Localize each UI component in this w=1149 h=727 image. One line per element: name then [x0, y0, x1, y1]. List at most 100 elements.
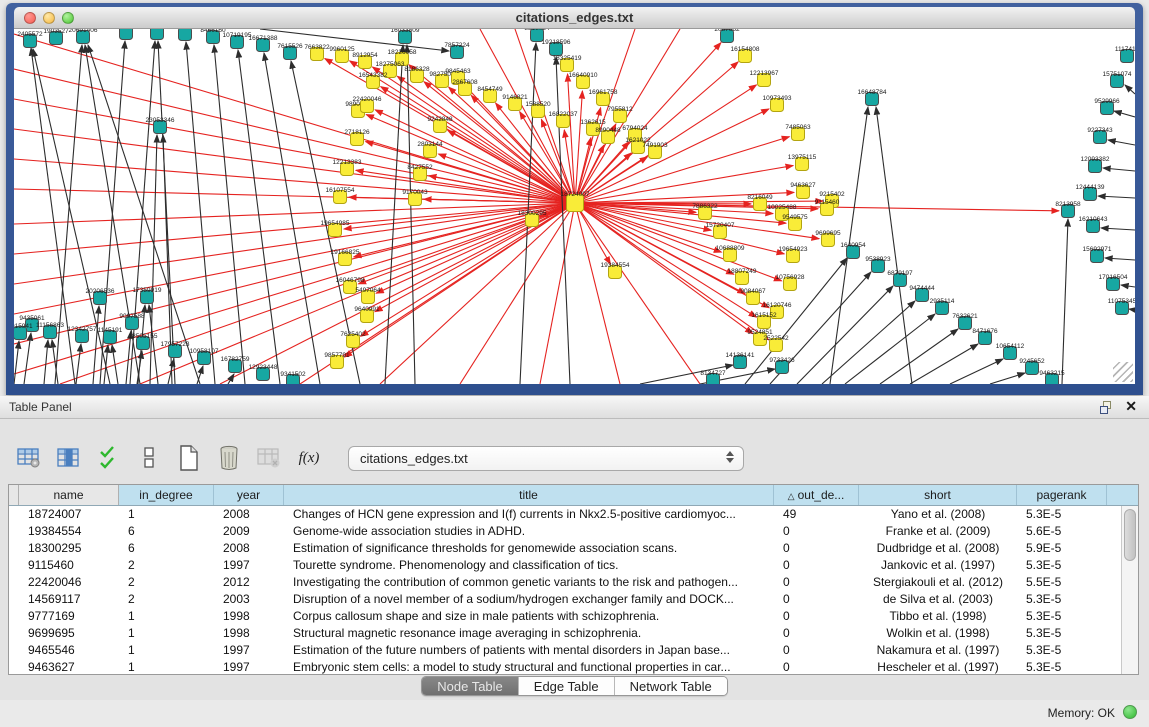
graph-node[interactable]: 5497064 — [355, 287, 381, 304]
column-header-name[interactable]: name — [19, 485, 119, 505]
graph-node[interactable]: 16154808 — [731, 46, 760, 63]
graph-node[interactable]: 7485063 — [785, 124, 811, 141]
graph-node[interactable]: 15751074 — [1103, 71, 1132, 88]
graph-node[interactable]: 1640954 — [840, 242, 866, 259]
graph-node[interactable]: 9463627 — [790, 182, 816, 199]
graph-node[interactable]: 9170043 — [402, 189, 428, 206]
graph-node[interactable]: 7615526 — [277, 43, 303, 60]
select-all-columns-button[interactable] — [94, 443, 124, 473]
graph-node[interactable]: 9733426 — [769, 357, 795, 374]
table-row[interactable]: 1830029562008Estimation of significance … — [9, 540, 1121, 557]
column-header-in_degree[interactable]: in_degree — [119, 485, 214, 505]
graph-node[interactable]: 16210643 — [1079, 216, 1108, 233]
unselect-all-columns-button[interactable] — [134, 443, 164, 473]
graph-node[interactable]: 2522542 — [763, 335, 789, 352]
column-header-pagerank[interactable]: pagerank — [1017, 485, 1107, 505]
graph-node[interactable]: 7663822 — [304, 44, 330, 61]
column-header-out_de[interactable]: △out_de... — [774, 485, 859, 505]
graph-node[interactable]: 19218596 — [542, 39, 571, 56]
graph-node[interactable]: 19654923 — [779, 246, 808, 263]
graph-node[interactable]: 7886322 — [692, 203, 718, 220]
graph-node[interactable]: 10719195 — [223, 32, 252, 49]
graph-node[interactable]: 16033809 — [391, 29, 420, 44]
scrollbar-thumb[interactable] — [1124, 509, 1136, 561]
graph-node[interactable]: 8990448 — [595, 127, 621, 144]
graph-node[interactable]: 8213958 — [1055, 201, 1081, 218]
graph-node[interactable]: 2867608 — [452, 79, 478, 96]
graph-node[interactable]: 16671388 — [249, 35, 278, 52]
graph-node[interactable]: 1117415 — [1115, 46, 1135, 63]
graph-node[interactable]: 12342757 — [68, 326, 97, 343]
graph-node[interactable]: 23053346 — [146, 117, 175, 134]
graph-node[interactable]: 9806745 — [113, 29, 139, 40]
graph-node[interactable]: 10653287 — [143, 29, 172, 40]
graph-node[interactable]: 12213967 — [750, 70, 779, 87]
resize-grip[interactable] — [1113, 362, 1133, 382]
graph-node[interactable]: 8134727 — [700, 370, 726, 384]
graph-node[interactable]: 16961758 — [589, 89, 618, 106]
graph-node[interactable]: 16107554 — [326, 187, 355, 204]
table-chooser-dropdown[interactable]: citations_edges.txt — [348, 446, 744, 471]
change-table-mode-button[interactable] — [14, 443, 44, 473]
table-row[interactable]: 1456911722003Disruption of a novel membe… — [9, 591, 1121, 608]
graph-node[interactable]: 12444139 — [1076, 184, 1105, 201]
graph-node[interactable]: 16782759 — [221, 356, 250, 373]
graph-node[interactable]: 9097588 — [119, 313, 145, 330]
close-panel-icon[interactable]: ✕ — [1125, 398, 1137, 415]
window-titlebar[interactable]: citations_edges.txt — [14, 7, 1135, 29]
graph-node[interactable]: 9227343 — [1087, 127, 1113, 144]
column-header-title[interactable]: title — [284, 485, 774, 505]
column-header-year[interactable]: year — [214, 485, 284, 505]
graph-node[interactable]: 8912954 — [352, 52, 378, 69]
graph-node[interactable]: 19654985 — [321, 220, 350, 237]
table-row[interactable]: 946362711997Embryonic stem cells: a mode… — [9, 659, 1121, 674]
graph-node[interactable]: 10688809 — [716, 245, 745, 262]
graph-node[interactable]: 8471676 — [972, 328, 998, 345]
table-row[interactable]: 1872400712008Changes of HCN gene express… — [9, 506, 1121, 523]
graph-node[interactable]: 9146821 — [502, 94, 528, 111]
show-column-button[interactable] — [54, 443, 84, 473]
graph-node[interactable]: 9699695 — [815, 230, 841, 247]
tab-node-table[interactable]: Node Table — [422, 677, 518, 695]
function-builder-button[interactable]: f(x) — [294, 443, 324, 473]
graph-node[interactable]: 20691406 — [69, 29, 98, 44]
graph-node[interactable]: 10973493 — [763, 95, 792, 112]
table-row[interactable]: 2242004622012Investigating the contribut… — [9, 574, 1121, 591]
column-header-short[interactable]: short — [859, 485, 1017, 505]
memory-status-icon[interactable] — [1123, 705, 1137, 719]
graph-node[interactable]: 18807249 — [728, 268, 757, 285]
graph-node[interactable]: 12213383 — [333, 159, 362, 176]
tab-network-table[interactable]: Network Table — [614, 677, 727, 695]
graph-node[interactable]: 17016504 — [1099, 274, 1128, 291]
graph-node[interactable]: 1903527 — [43, 29, 69, 45]
graph-node[interactable]: 9549575 — [782, 214, 808, 231]
graph-node[interactable]: 12923448 — [249, 364, 278, 381]
graph-node[interactable]: 9640991 — [354, 306, 380, 323]
delete-column-button[interactable] — [214, 443, 244, 473]
table-row[interactable]: 977716911998Corpus callosum shape and si… — [9, 608, 1121, 625]
graph-node[interactable]: 16822037 — [549, 111, 578, 128]
graph-node[interactable]: 17957223 — [161, 341, 190, 358]
graph-node[interactable]: 11156863 — [36, 322, 64, 339]
graph-node[interactable]: 2935114 — [930, 298, 955, 315]
float-panel-icon[interactable] — [1100, 401, 1113, 414]
graph-node[interactable]: 7857224 — [444, 42, 470, 59]
graph-node[interactable]: 1145191 — [98, 327, 123, 344]
graph-node[interactable]: 2718126 — [344, 129, 370, 146]
table-row[interactable]: 911546021997Tourette syndrome. Phenomeno… — [9, 557, 1121, 574]
delete-table-button[interactable] — [254, 443, 284, 473]
graph-node[interactable]: 1527602 — [172, 29, 198, 41]
graph-node[interactable]: 2405572 — [17, 31, 43, 48]
table-scrollbar[interactable] — [1121, 506, 1138, 674]
graph-node[interactable]: 9463215 — [1039, 370, 1065, 384]
create-new-column-button[interactable] — [174, 443, 204, 473]
tab-edge-table[interactable]: Edge Table — [518, 677, 614, 695]
graph-node[interactable]: 16648784 — [858, 89, 887, 106]
graph-node[interactable]: 12093382 — [1081, 156, 1110, 173]
graph-node[interactable]: 10756928 — [776, 274, 805, 291]
table-row[interactable]: 946554611997Estimation of the future num… — [9, 642, 1121, 659]
graph-node[interactable]: 8454749 — [477, 86, 503, 103]
table-row[interactable]: 1938455462009Genome-wide association stu… — [9, 523, 1121, 540]
graph-node[interactable]: 1615152 — [751, 312, 777, 329]
graph-node[interactable]: 9960125 — [329, 46, 355, 63]
